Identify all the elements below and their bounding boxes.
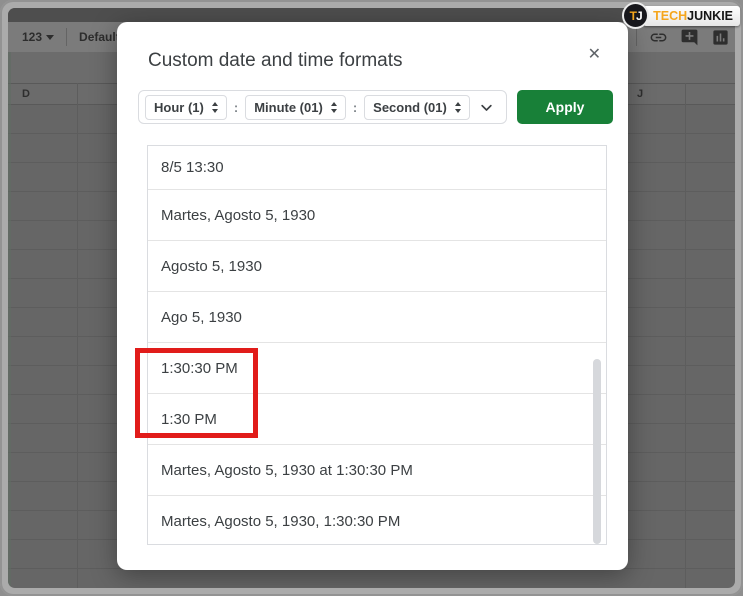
apply-button[interactable]: Apply	[517, 90, 613, 124]
techjunkie-logo: TJ TECH JUNKIE	[622, 2, 740, 29]
format-list-item[interactable]: Martes, Agosto 5, 1930	[148, 190, 606, 241]
unfold-arrows-icon[interactable]	[211, 101, 218, 113]
custom-date-time-formats-dialog: Custom date and time formats ✕ Hour (1) …	[117, 22, 628, 570]
dialog-title: Custom date and time formats	[148, 50, 403, 71]
second-chip-label: Second (01)	[373, 99, 447, 115]
format-list-item[interactable]: Martes, Agosto 5, 1930 at 1:30:30 PM	[148, 445, 606, 496]
grid-column-line	[77, 83, 78, 588]
toolbar-divider	[66, 28, 68, 46]
logo-monogram-j: J	[635, 8, 643, 23]
unfold-arrows-icon[interactable]	[330, 101, 337, 113]
format-list-item[interactable]: 1:30 PM	[148, 394, 606, 445]
minute-chip-label: Minute (01)	[254, 99, 323, 115]
techjunkie-logo-wordmark: TECH JUNKIE	[643, 5, 740, 26]
format-list-item[interactable]: 1:30:30 PM	[148, 343, 606, 394]
unfold-arrows-icon[interactable]	[454, 101, 461, 113]
number-format-button[interactable]: 123	[22, 30, 55, 44]
insert-chart-icon[interactable]	[711, 28, 730, 47]
window-frame: 123 Default (D J Custom date and time f…	[0, 0, 743, 596]
format-list-item[interactable]: Ago 5, 1930	[148, 292, 606, 343]
caret-down-icon	[46, 34, 55, 40]
chevron-down-icon[interactable]	[479, 100, 494, 115]
grid-column-line	[685, 83, 686, 588]
hour-chip-label: Hour (1)	[154, 99, 204, 115]
toolbar-divider	[636, 28, 637, 46]
column-header-j[interactable]: J	[637, 88, 643, 100]
minute-chip[interactable]: Minute (01)	[245, 94, 346, 120]
insert-comment-icon[interactable]	[680, 28, 699, 47]
chip-separator: :	[352, 99, 358, 115]
insert-link-icon[interactable]	[649, 28, 668, 47]
format-chip-input[interactable]: Hour (1) : Minute (01) : Second (01)	[138, 90, 507, 124]
sheet-left-edge	[8, 52, 11, 588]
spreadsheet-screen: 123 Default (D J Custom date and time f…	[8, 8, 735, 588]
format-list-item[interactable]: Agosto 5, 1930	[148, 241, 606, 292]
chip-separator: :	[233, 99, 239, 115]
scrollbar-thumb[interactable]	[593, 359, 601, 544]
format-controls-row: Hour (1) : Minute (01) : Second (01) App…	[138, 90, 613, 124]
format-list: 8/5 13:30 Martes, Agosto 5, 1930 Agosto …	[147, 145, 607, 545]
format-list-item[interactable]: 8/5 13:30	[148, 146, 606, 190]
logo-word-tech: TECH	[653, 8, 688, 23]
techjunkie-logo-monogram: TJ	[622, 2, 650, 29]
logo-word-junkie: JUNKIE	[687, 8, 733, 23]
number-format-label: 123	[22, 30, 43, 44]
hour-chip[interactable]: Hour (1)	[145, 94, 227, 120]
column-header-d[interactable]: D	[22, 88, 30, 100]
format-list-item[interactable]: Martes, Agosto 5, 1930, 1:30:30 PM	[148, 496, 606, 544]
close-icon[interactable]: ✕	[588, 47, 601, 63]
second-chip[interactable]: Second (01)	[364, 94, 470, 120]
